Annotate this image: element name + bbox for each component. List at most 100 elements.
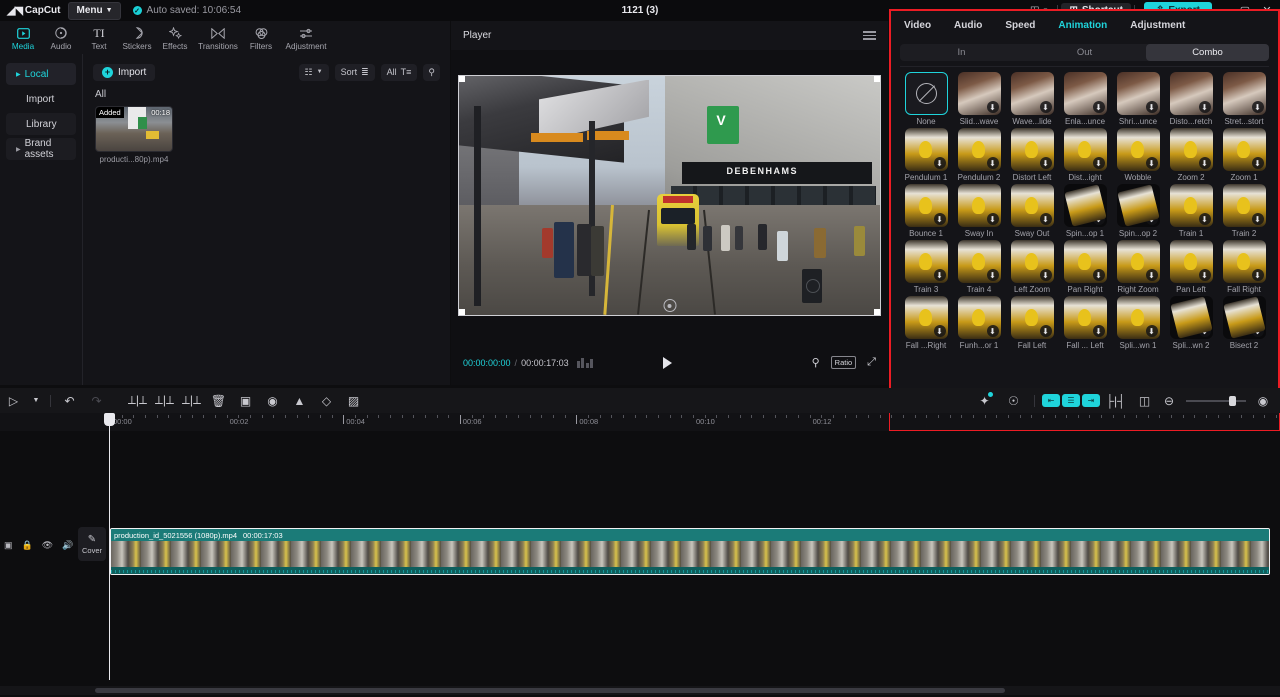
- track-mute-icon[interactable]: 🔊: [62, 540, 73, 551]
- animation-item[interactable]: ⬇Enla...unce: [1059, 72, 1111, 126]
- animation-item[interactable]: ⬇Wave...lide: [1006, 72, 1058, 126]
- animation-thumbnail[interactable]: ⬇: [1117, 296, 1160, 339]
- animation-thumbnail[interactable]: ⬇: [1170, 184, 1213, 227]
- animation-item[interactable]: ⬇Spli...wn 1: [1112, 296, 1164, 350]
- magnifier-icon[interactable]: ⚲: [812, 356, 820, 369]
- search-button[interactable]: ⚲: [423, 64, 440, 81]
- animation-thumbnail[interactable]: ⬇: [958, 240, 1001, 283]
- download-icon[interactable]: ⬇: [1093, 213, 1105, 225]
- crop-button[interactable]: ▨: [340, 388, 367, 413]
- animation-thumbnail[interactable]: ⬇: [958, 128, 1001, 171]
- animation-item[interactable]: ⬇Sway In: [953, 184, 1005, 238]
- grid-view-button[interactable]: ☷ ▼: [299, 64, 329, 81]
- keyframe-prev-button[interactable]: ⇤: [1042, 388, 1060, 413]
- animation-item[interactable]: ⬇Left Zoom: [1006, 240, 1058, 294]
- animation-item[interactable]: ⬇Spin...op 2: [1112, 184, 1164, 238]
- download-icon[interactable]: ⬇: [1199, 213, 1211, 225]
- animation-thumbnail[interactable]: ⬇: [905, 184, 948, 227]
- sidebar-item-brand-assets[interactable]: ▶ Brand assets: [6, 138, 76, 160]
- animation-item[interactable]: ⬇Fall ... Left: [1059, 296, 1111, 350]
- cover-button[interactable]: ✎ Cover: [78, 527, 106, 561]
- redo-button[interactable]: ↷: [83, 388, 110, 413]
- animation-item[interactable]: ⬇Pan Right: [1059, 240, 1111, 294]
- download-icon[interactable]: ⬇: [1093, 101, 1105, 113]
- keyframe-next-button[interactable]: ⇥: [1082, 388, 1100, 413]
- record-voiceover-button[interactable]: ☉: [1000, 388, 1027, 413]
- animation-item[interactable]: ⬇Fall Left: [1006, 296, 1058, 350]
- download-icon[interactable]: ⬇: [1040, 101, 1052, 113]
- download-icon[interactable]: ⬇: [1146, 101, 1158, 113]
- zoom-slider[interactable]: [1186, 400, 1246, 402]
- undo-button[interactable]: ↶: [56, 388, 83, 413]
- download-icon[interactable]: ⬇: [1146, 325, 1158, 337]
- tab-animation[interactable]: Animation: [1058, 20, 1107, 31]
- animation-thumbnail[interactable]: ⬇: [1170, 128, 1213, 171]
- download-icon[interactable]: ⬇: [1199, 325, 1211, 337]
- animation-item[interactable]: ⬇Fall Right: [1218, 240, 1270, 294]
- animation-thumbnail[interactable]: ⬇: [1011, 296, 1054, 339]
- animation-thumbnail[interactable]: ⬇: [1064, 240, 1107, 283]
- animation-item[interactable]: ⬇Shri...unce: [1112, 72, 1164, 126]
- tab-adjustment[interactable]: Adjustment: [280, 25, 332, 51]
- animation-item[interactable]: ⬇Stret...stort: [1218, 72, 1270, 126]
- animation-thumbnail[interactable]: ⬇: [1064, 72, 1107, 115]
- animation-item[interactable]: ⬇Distort Left: [1006, 128, 1058, 182]
- animation-item[interactable]: ⬇Zoom 2: [1165, 128, 1217, 182]
- animation-thumbnail[interactable]: ⬇: [1064, 296, 1107, 339]
- tab-transitions[interactable]: Transitions: [194, 25, 242, 51]
- video-preview[interactable]: DEBENHAMS: [459, 76, 880, 315]
- download-icon[interactable]: ⬇: [1199, 269, 1211, 281]
- tab-video[interactable]: Video: [904, 20, 931, 31]
- play-button[interactable]: [663, 357, 672, 369]
- download-icon[interactable]: ⬇: [1040, 213, 1052, 225]
- animation-item[interactable]: ⬇Slid...wave: [953, 72, 1005, 126]
- animation-thumbnail[interactable]: ⬇: [1223, 72, 1266, 115]
- split-button[interactable]: ⟂|⟂: [124, 388, 151, 413]
- download-icon[interactable]: ⬇: [934, 269, 946, 281]
- segment-in[interactable]: In: [900, 44, 1023, 61]
- download-icon[interactable]: ⬇: [934, 213, 946, 225]
- sort-button[interactable]: Sort ≣: [335, 64, 375, 81]
- filter-button[interactable]: All T≡: [381, 64, 418, 81]
- download-icon[interactable]: ⬇: [1252, 325, 1264, 337]
- tab-text[interactable]: TI Text: [80, 25, 118, 51]
- media-thumbnail[interactable]: Added 00:18: [95, 106, 173, 152]
- crop-frame-button[interactable]: ▣: [232, 388, 259, 413]
- animation-item[interactable]: ⬇Pendulum 1: [900, 128, 952, 182]
- import-button[interactable]: + Import: [93, 64, 155, 81]
- animation-none-icon[interactable]: [905, 72, 948, 115]
- tab-filters[interactable]: Filters: [242, 25, 280, 51]
- animation-item[interactable]: ⬇Wobble: [1112, 128, 1164, 182]
- animation-item[interactable]: ⬇Bounce 1: [900, 184, 952, 238]
- timeline-ruler[interactable]: 00:0000:0200:0400:0600:0800:1000:12: [0, 413, 1280, 431]
- keyframe-add-button[interactable]: ☰: [1062, 388, 1080, 413]
- download-icon[interactable]: ⬇: [1093, 325, 1105, 337]
- animation-thumbnail[interactable]: ⬇: [1170, 296, 1213, 339]
- player-menu-icon[interactable]: [863, 31, 876, 39]
- sidebar-item-import[interactable]: Import: [6, 88, 76, 110]
- download-icon[interactable]: ⬇: [1146, 157, 1158, 169]
- download-icon[interactable]: ⬇: [1040, 157, 1052, 169]
- tab-audio[interactable]: Audio: [42, 25, 80, 51]
- fullscreen-icon[interactable]: ⤢: [867, 356, 876, 369]
- tab-media[interactable]: Media: [4, 25, 42, 51]
- preview-axis-button[interactable]: ◫: [1131, 388, 1158, 413]
- adsorption-button[interactable]: ├|┤: [1102, 388, 1129, 413]
- rotate-button[interactable]: ◇: [313, 388, 340, 413]
- quality-icon[interactable]: [577, 358, 594, 368]
- download-icon[interactable]: ⬇: [987, 157, 999, 169]
- download-icon[interactable]: ⬇: [1093, 269, 1105, 281]
- trim-right-button[interactable]: ⟂|⟂: [178, 388, 205, 413]
- download-icon[interactable]: ⬇: [934, 157, 946, 169]
- download-icon[interactable]: ⬇: [1040, 269, 1052, 281]
- animation-item[interactable]: ⬇Train 2: [1218, 184, 1270, 238]
- transform-reset-icon[interactable]: [663, 299, 676, 312]
- delete-button[interactable]: 🗑: [205, 388, 232, 413]
- download-icon[interactable]: ⬇: [1252, 157, 1264, 169]
- ratio-button[interactable]: Ratio: [831, 356, 857, 369]
- download-icon[interactable]: ⬇: [987, 101, 999, 113]
- animation-thumbnail[interactable]: ⬇: [1011, 184, 1054, 227]
- auto-captions-button[interactable]: ✦: [971, 388, 998, 413]
- download-icon[interactable]: ⬇: [1252, 269, 1264, 281]
- download-icon[interactable]: ⬇: [1146, 269, 1158, 281]
